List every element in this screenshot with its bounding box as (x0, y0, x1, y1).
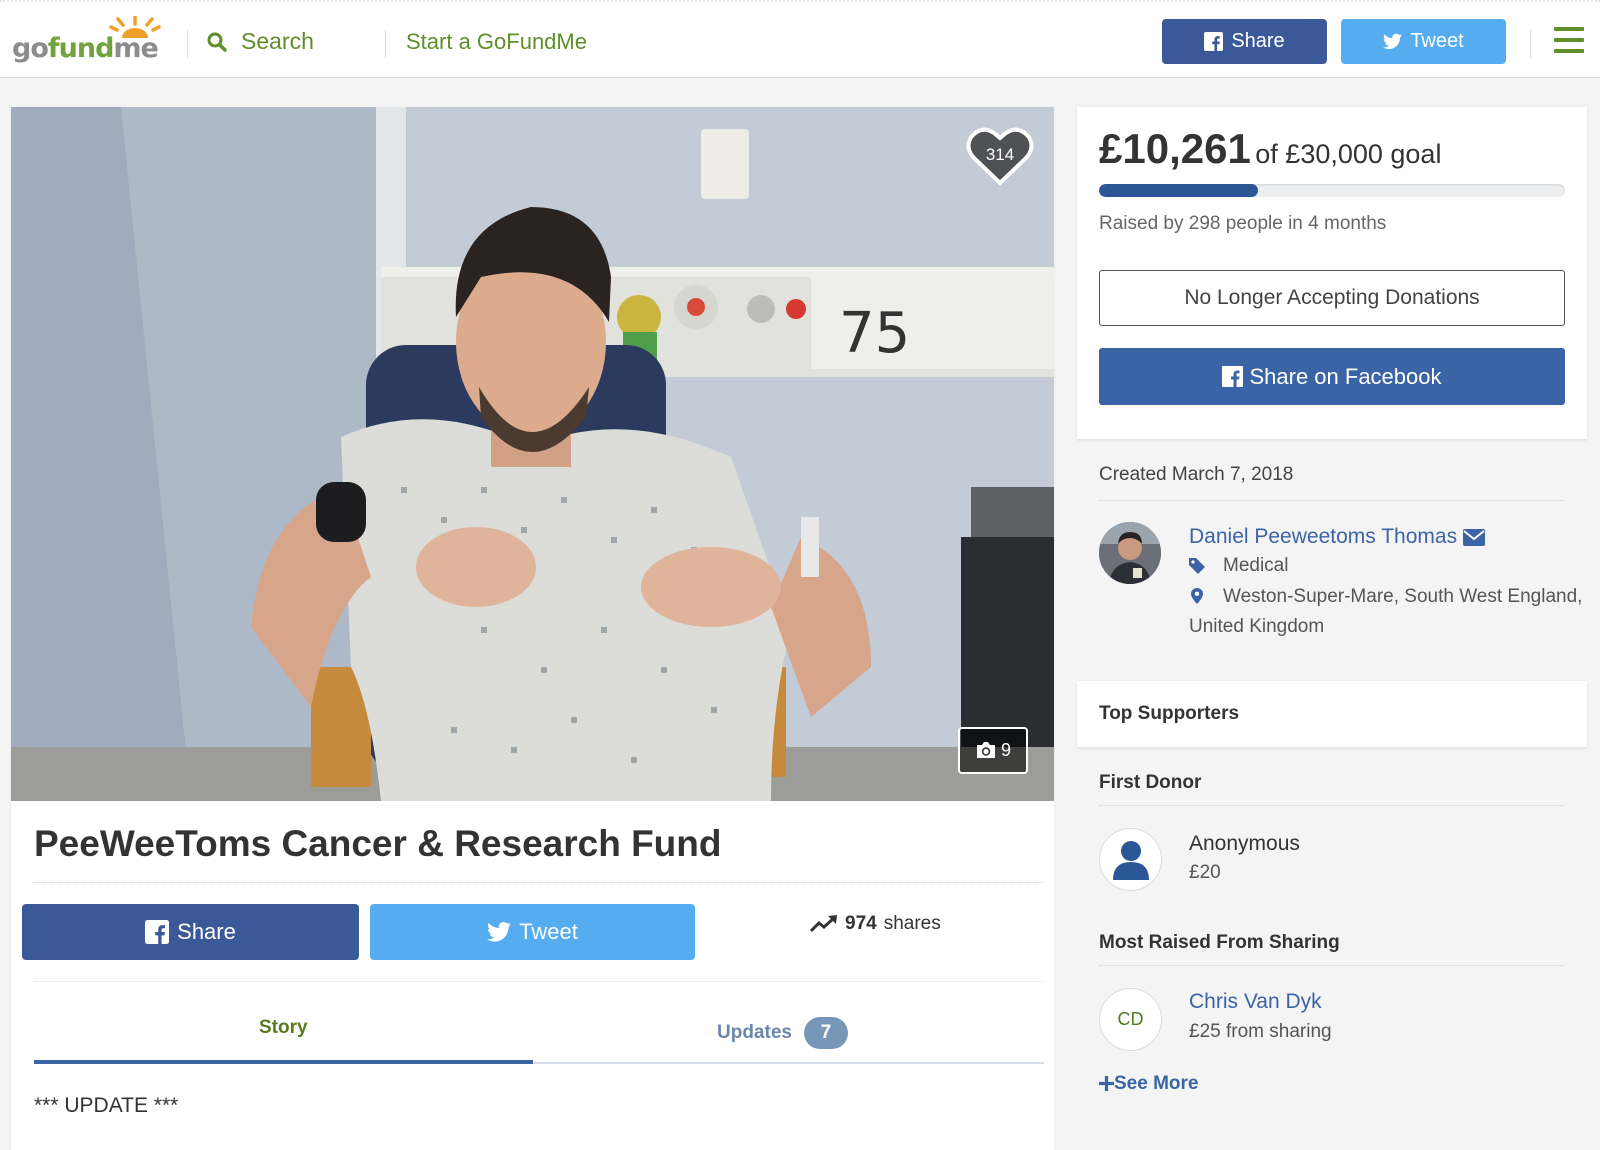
divider (1099, 500, 1565, 501)
tab-updates[interactable]: Updates 7 (717, 1017, 848, 1049)
see-more-link[interactable]: See More (1099, 1073, 1198, 1095)
divider (34, 981, 1044, 982)
campaign-tweet-button[interactable]: Tweet (370, 904, 695, 960)
story-text: *** UPDATE *** (34, 1094, 179, 1117)
share-count-number: 974 (845, 913, 877, 934)
search-link[interactable]: Search (207, 28, 314, 55)
divider (1099, 805, 1565, 806)
campaign-category[interactable]: Medical (1189, 555, 1288, 577)
facebook-icon (1204, 32, 1224, 51)
sharer-amount: £25 from sharing (1189, 1021, 1332, 1042)
top-nav-bar: gofundme Search Start a GoFundMe Share T… (0, 0, 1600, 78)
divider (187, 30, 188, 58)
envelope-icon[interactable] (1463, 528, 1486, 546)
trending-up-icon (810, 915, 837, 933)
campaign-tweet-label: Tweet (519, 919, 578, 944)
twitter-icon (487, 922, 512, 942)
wall-bed-number: 75 (839, 301, 910, 366)
header-tweet-button[interactable]: Tweet (1341, 19, 1506, 64)
progress-bar (1099, 184, 1565, 197)
hearts-counter[interactable]: 314 (966, 125, 1034, 187)
header-share-button[interactable]: Share (1162, 19, 1327, 64)
header-share-label: Share (1231, 30, 1285, 52)
anonymous-avatar (1099, 828, 1162, 891)
plus-icon (1099, 1076, 1114, 1091)
gofundme-logo[interactable]: gofundme (12, 16, 162, 64)
start-gofundme-link[interactable]: Start a GoFundMe (406, 29, 587, 55)
campaign-share-label: Share (177, 919, 236, 944)
donation-summary-card: £10,261 of £30,000 goal Raised by 298 pe… (1077, 107, 1587, 439)
tab-active-indicator (34, 1060, 533, 1064)
first-donor-name: Anonymous (1189, 832, 1300, 855)
location-text: Weston-Super-Mare, South West England, U… (1189, 586, 1583, 637)
hamburger-menu-icon[interactable] (1554, 27, 1584, 53)
most-raised-heading: Most Raised From Sharing (1099, 932, 1340, 953)
raised-amount: £10,261 (1099, 125, 1251, 172)
tab-updates-label: Updates (717, 1022, 792, 1043)
user-icon (1112, 840, 1149, 880)
facebook-icon (1222, 366, 1244, 387)
search-label: Search (241, 28, 314, 54)
hospital-photo-image: 75 (11, 107, 1054, 801)
category-label: Medical (1223, 555, 1289, 576)
campaign-photo[interactable]: 75 (11, 107, 1054, 801)
tag-icon (1189, 558, 1205, 574)
photo-gallery-button[interactable]: 9 (958, 727, 1028, 774)
divider (34, 882, 1044, 883)
logo-wordmark: gofundme (12, 33, 159, 64)
photo-count: 9 (1000, 740, 1011, 760)
top-supporters-header: Top Supporters (1077, 681, 1587, 747)
first-donor-heading: First Donor (1099, 772, 1202, 793)
campaign-title: PeeWeeToms Cancer & Research Fund (34, 823, 722, 864)
campaign-location: Weston-Super-Mare, South West England, U… (1189, 583, 1589, 641)
updates-count-badge: 7 (803, 1017, 848, 1049)
divider (1099, 965, 1565, 966)
campaign-card: 75 314 9 PeeWeeToms Cancer & Research Fu… (11, 107, 1054, 1150)
share-on-facebook-button[interactable]: Share on Facebook (1099, 348, 1565, 405)
sharer-name[interactable]: Chris Van Dyk (1189, 990, 1322, 1014)
hearts-count: 314 (985, 145, 1015, 164)
organizer-name[interactable]: Daniel Peeweetoms Thomas (1189, 525, 1486, 549)
created-date: Created March 7, 2018 (1099, 464, 1294, 485)
campaign-share-button[interactable]: Share (22, 904, 359, 960)
twitter-icon (1383, 33, 1403, 50)
share-count-label: shares (883, 913, 941, 934)
map-pin-icon (1191, 588, 1203, 604)
organizer-avatar[interactable] (1099, 522, 1161, 584)
sharer-avatar: CD (1099, 988, 1162, 1051)
donations-closed-button[interactable]: No Longer Accepting Donations (1099, 270, 1565, 326)
top-supporters-title: Top Supporters (1099, 703, 1240, 724)
amount-raised: £10,261 of £30,000 goal (1099, 125, 1441, 173)
search-icon (207, 32, 227, 52)
organizer-name-text: Daniel Peeweetoms Thomas (1189, 525, 1458, 548)
raised-by-text: Raised by 298 people in 4 months (1099, 213, 1387, 234)
divider (385, 30, 386, 58)
tab-story[interactable]: Story (259, 1017, 308, 1039)
facebook-icon (145, 920, 170, 944)
progress-bar-fill (1099, 184, 1259, 197)
share-count: 974 shares (810, 913, 941, 935)
goal-amount: of £30,000 goal (1255, 139, 1442, 169)
camera-icon (976, 742, 995, 758)
divider (1530, 30, 1531, 58)
header-tweet-label: Tweet (1410, 30, 1464, 52)
share-on-facebook-label: Share on Facebook (1249, 363, 1442, 389)
first-donor-amount: £20 (1189, 862, 1221, 883)
see-more-label: See More (1114, 1073, 1199, 1094)
organizer-photo-image (1099, 522, 1161, 584)
